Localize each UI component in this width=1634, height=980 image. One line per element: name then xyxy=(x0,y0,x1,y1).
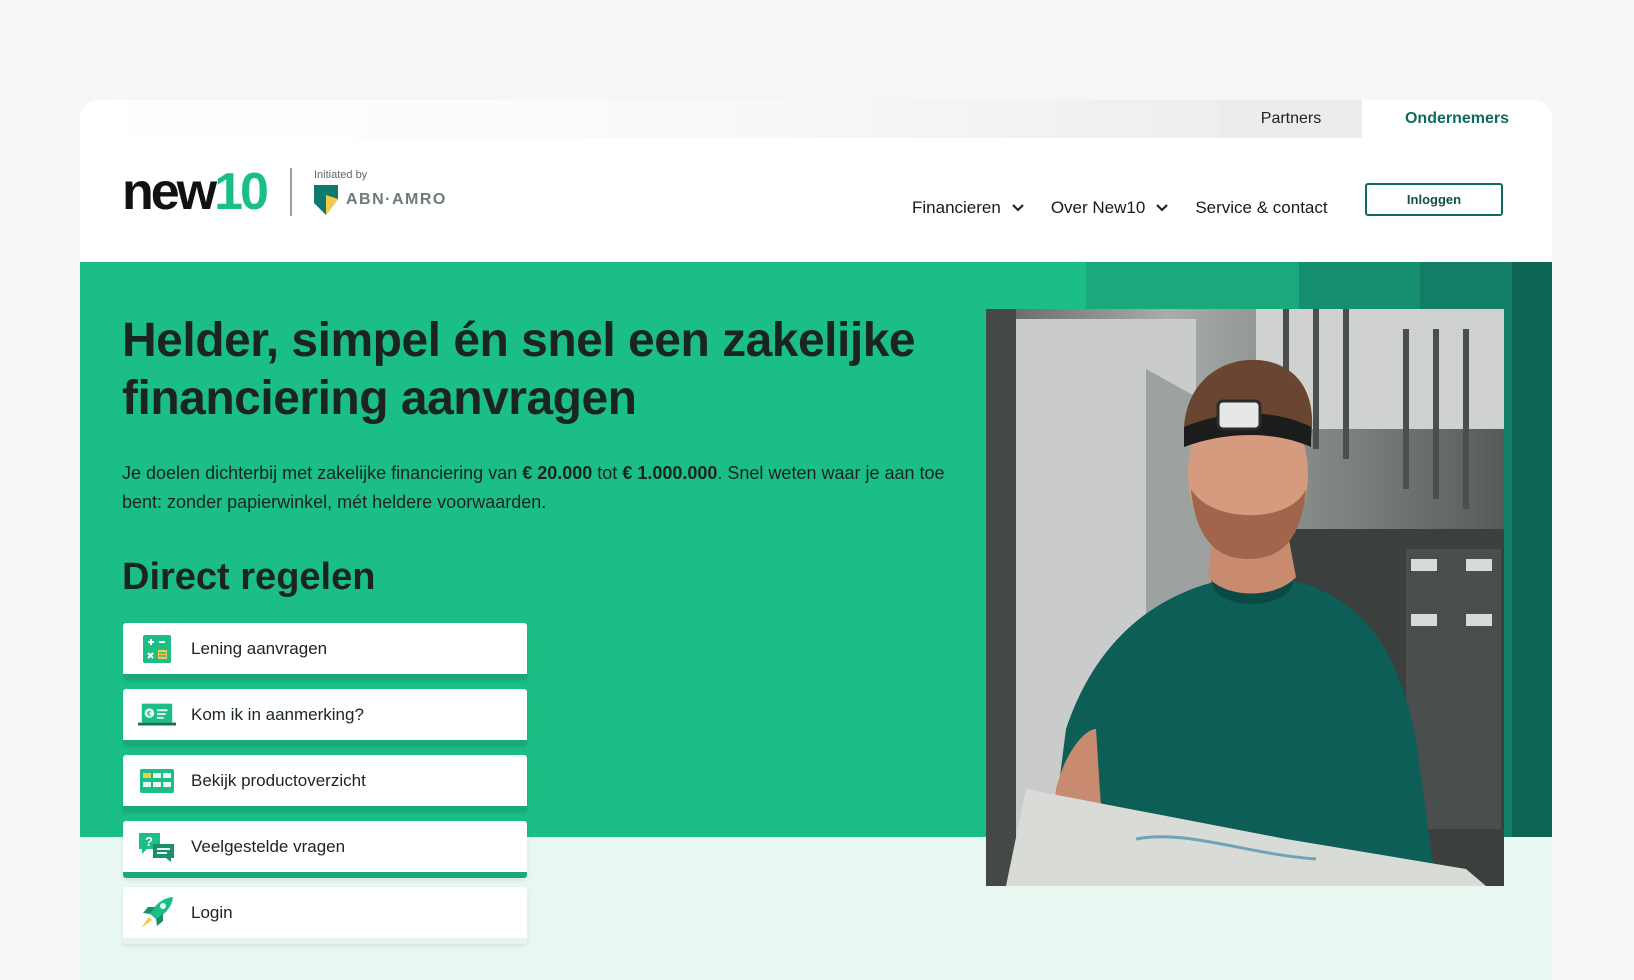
nav-service-contact-label: Service & contact xyxy=(1195,198,1328,217)
nav-financieren-label: Financieren xyxy=(912,198,1001,217)
amount-min: € 20.000 xyxy=(522,463,593,483)
tab-partners[interactable]: Partners xyxy=(1220,100,1362,138)
svg-text:?: ? xyxy=(145,834,153,849)
hero-photo xyxy=(986,309,1504,886)
laptop-check-icon: € xyxy=(137,697,177,733)
quick-link-kom-ik-in-aanmerking[interactable]: € Kom ik in aanmerking? xyxy=(123,689,527,746)
main-nav: Financieren Over New10 Service & contact xyxy=(912,198,1354,218)
nav-over-new10-label: Over New10 xyxy=(1050,198,1146,217)
calculator-icon xyxy=(137,631,177,667)
direct-regelen-title: Direct regelen xyxy=(122,556,376,598)
new10-logo[interactable]: new10 Initiated by ABN·AMRO xyxy=(122,166,447,218)
initiated-by-block: Initiated by ABN·AMRO xyxy=(313,169,447,215)
quick-link-label: Veelgestelde vragen xyxy=(191,836,346,856)
quick-link-label: Lening aanvragen xyxy=(191,638,328,658)
browser-page: Partners Ondernemers new10 Initiated by … xyxy=(80,100,1552,980)
quick-link-veelgestelde-vragen[interactable]: ? Veelgestelde vragen xyxy=(123,821,527,878)
man-with-headlamp-photo xyxy=(986,309,1504,886)
inloggen-button[interactable]: Inloggen xyxy=(1365,183,1503,216)
initiated-by-label: Initiated by xyxy=(313,169,368,181)
audience-bar: Partners Ondernemers xyxy=(80,100,1552,138)
logo-divider xyxy=(289,168,292,216)
nav-financieren[interactable]: Financieren xyxy=(912,198,1025,218)
chat-question-icon: ? xyxy=(137,829,177,865)
decor-stripe xyxy=(1512,262,1552,837)
product-grid-icon xyxy=(137,763,177,799)
quick-link-label: Kom ik in aanmerking? xyxy=(191,704,364,724)
quick-link-login[interactable]: Login xyxy=(123,887,527,944)
abn-shield-icon xyxy=(313,185,338,215)
hero-description: Je doelen dichterbij met zakelijke finan… xyxy=(122,463,945,512)
chevron-down-icon xyxy=(1156,204,1169,212)
hero-title: Helder, simpel én snel een zakelijke fin… xyxy=(122,314,916,425)
logo-wordmark: new10 xyxy=(122,163,269,221)
rocket-icon xyxy=(137,895,177,931)
nav-service-contact[interactable]: Service & contact xyxy=(1195,198,1327,218)
quick-link-bekijk-productoverzicht[interactable]: Bekijk productoverzicht xyxy=(123,755,527,812)
tab-ondernemers[interactable]: Ondernemers xyxy=(1362,100,1552,138)
quick-links-list: Lening aanvragen € Kom ik in aanmerking? xyxy=(123,623,527,953)
nav-over-new10[interactable]: Over New10 xyxy=(1051,198,1169,218)
amount-max: € 1.000.000 xyxy=(622,463,718,483)
site-header: new10 Initiated by ABN·AMRO Financieren xyxy=(80,138,1552,262)
quick-link-label: Login xyxy=(191,902,233,922)
quick-link-lening-aanvragen[interactable]: Lening aanvragen xyxy=(123,623,527,680)
quick-link-label: Bekijk productoverzicht xyxy=(191,770,366,790)
abn-amro-logo: ABN·AMRO xyxy=(313,185,447,215)
abn-amro-text: ABN·AMRO xyxy=(345,191,447,208)
chevron-down-icon xyxy=(1012,204,1024,212)
